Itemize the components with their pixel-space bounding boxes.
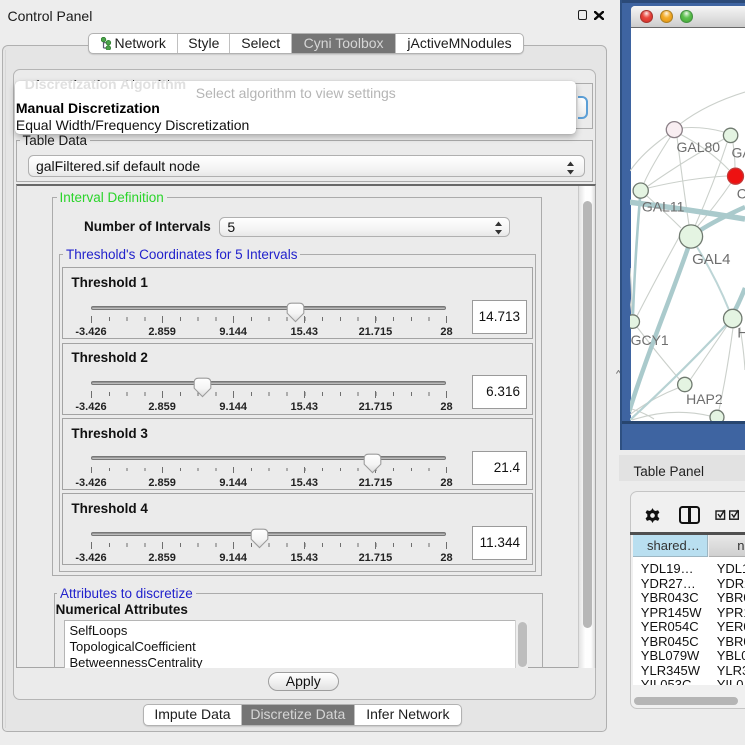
svg-text:GAL4: GAL4 (692, 251, 730, 268)
svg-text:GA: GA (732, 145, 745, 161)
svg-text:HAP2: HAP2 (686, 391, 723, 407)
svg-text:H: H (737, 324, 745, 340)
svg-text:CC: CC (737, 186, 745, 202)
svg-text:GAL80: GAL80 (677, 139, 721, 155)
svg-text:GAL11: GAL11 (642, 198, 685, 214)
svg-text:GCY1: GCY1 (631, 332, 669, 348)
